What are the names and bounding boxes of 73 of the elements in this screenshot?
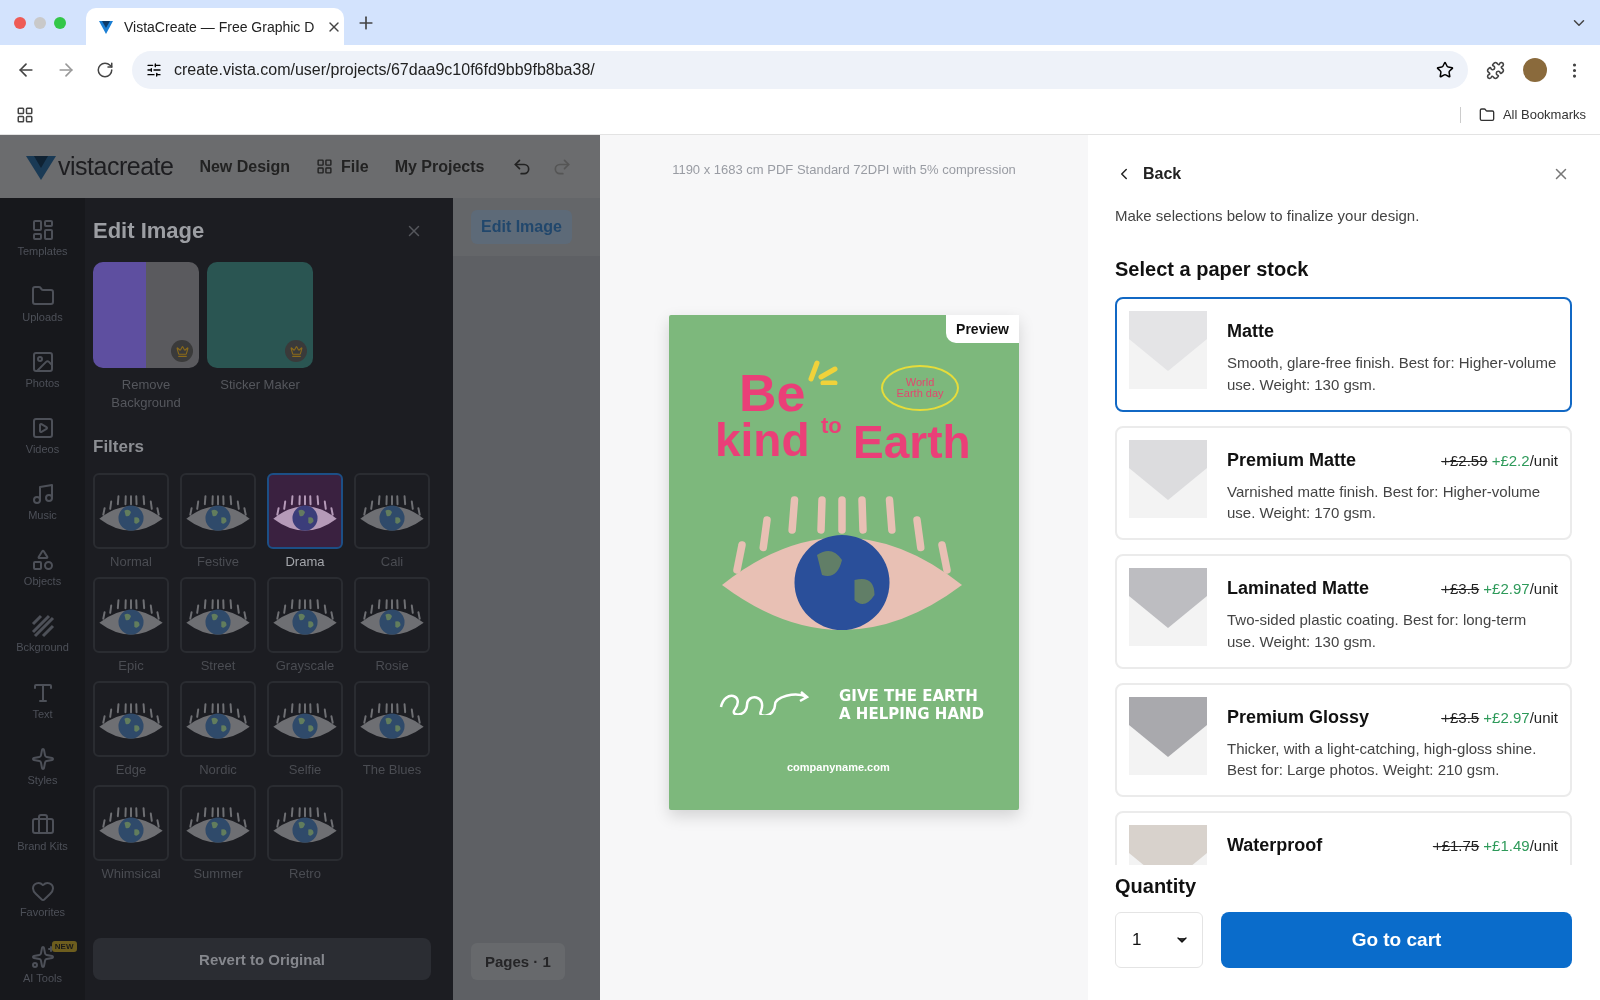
tool-card[interactable]: Sticker Maker (207, 262, 313, 412)
paper-stock-option[interactable]: Waterproof +£1.75 +£1.49/unit (1115, 811, 1572, 865)
paper-stock-option[interactable]: Laminated Matte +£3.5 +£2.97/unit Two-sided plastic coating. Best for: long-term use. Weight: 130 gsm. (1115, 554, 1572, 669)
pages-button[interactable]: Pages · 1 (471, 943, 565, 980)
close-window-control[interactable] (14, 16, 26, 29)
paper-swatch-icon (1129, 696, 1207, 775)
profile-avatar[interactable] (1523, 58, 1547, 82)
quantity-select[interactable]: 1 (1115, 912, 1203, 968)
sidebar-item[interactable]: Templates (2, 218, 83, 274)
crown-icon (171, 340, 193, 362)
site-settings-icon[interactable] (146, 62, 162, 78)
menu-item[interactable]: File (316, 157, 369, 176)
sidebar-item[interactable]: Music (2, 482, 83, 538)
poster-headline: to (821, 413, 842, 438)
sidebar-item[interactable]: Photos (2, 350, 83, 406)
all-bookmarks-link[interactable]: All Bookmarks (1459, 106, 1586, 123)
bookmark-star-icon[interactable] (1436, 61, 1454, 79)
tab-title: VistaCreate — Free Graphic D (124, 18, 315, 35)
sparkle-drawing (807, 357, 839, 385)
tool-card[interactable]: Remove Background (93, 262, 199, 412)
briefcase-icon (30, 812, 55, 837)
price-text: +£1.75 +£1.49/unit (1432, 837, 1558, 854)
sidebar-item[interactable]: Videos (2, 416, 83, 472)
sidebar-item[interactable]: Objects (2, 548, 83, 604)
sidebar-item[interactable]: Styles (2, 746, 83, 802)
folder-icon (1478, 106, 1495, 123)
vistacreate-logo[interactable]: vistacreate (26, 152, 174, 181)
paper-swatch-icon (1129, 311, 1207, 389)
shapes-icon (30, 548, 55, 573)
paper-stock-option[interactable]: Premium Glossy +£3.5 +£2.97/unit Thicker, with a light-catching, high-gloss shine. Best for: Large photos. Weight: 210 gsm. (1115, 682, 1572, 797)
sidebar-item[interactable]: Brand Kits (2, 812, 83, 868)
poster-headline: Earth (853, 416, 971, 468)
price-text: +£3.5 +£2.97/unit (1441, 708, 1558, 726)
crown-icon (285, 340, 307, 362)
sidebar-item[interactable]: Favorites (2, 878, 83, 934)
new-badge: NEW (51, 940, 77, 952)
poster-website: companyname.com (787, 761, 890, 773)
paper-swatch-icon (1129, 568, 1207, 646)
paper-stock-option[interactable]: Matte Smooth, glare-free finish. Best for: Higher-volume use. Weight: 130 gsm. (1115, 297, 1572, 412)
sidebar-item[interactable]: Text (2, 680, 83, 736)
price-text: +£3.5 +£2.97/unit (1441, 580, 1558, 597)
back-link[interactable]: Back (1115, 165, 1182, 183)
url-text: create.vista.com/user/projects/67daa9c10f6fd9bb9fb8ba38/ (174, 61, 596, 79)
stamp-badge: World Earth day (881, 365, 959, 411)
music-note-icon (30, 482, 55, 507)
sparkles-icon (30, 944, 55, 969)
browser-tab[interactable]: VistaCreate — Free Graphic D (86, 8, 344, 45)
revert-button[interactable]: Revert to Original (93, 938, 431, 980)
sparkle-icon (30, 746, 55, 771)
panel-title: Edit Image (93, 218, 205, 244)
address-bar[interactable]: create.vista.com/user/projects/67daa9c10f6fd9bb9fb8ba38/ (132, 51, 1468, 89)
menu-item[interactable]: My Projects (394, 157, 485, 176)
image-icon (30, 350, 55, 375)
poster-slogan: GIVE THE EARTH A HELPING HAND (839, 687, 985, 723)
section-title: Select a paper stock (1115, 258, 1310, 281)
paper-stock-option[interactable]: Premium Matte +£2.59 +£2.2/unit Varnished matte finish. Best for: Higher-volume use. Weight: 170 gsm. (1115, 425, 1572, 540)
go-to-cart-button[interactable]: Go to cart (1221, 912, 1572, 968)
templates-icon (30, 218, 55, 242)
sidebar-item[interactable]: Uploads (2, 284, 83, 340)
edit-image-button[interactable]: Edit Image (471, 210, 572, 244)
menu-item[interactable]: New Design (199, 157, 291, 176)
grid-icon (316, 158, 334, 175)
preview-badge: Preview (946, 315, 1019, 343)
paper-swatch-icon (1129, 439, 1207, 518)
play-icon (30, 416, 55, 441)
sidebar-item[interactable]: Bckground (2, 614, 83, 670)
v-logo-icon (98, 18, 114, 35)
section-title: Filters (93, 437, 146, 458)
intro-text: Make selections below to finalize your design. (1115, 207, 1421, 224)
print-spec-text: 1190 x 1683 cm PDF Standard 72DPI with 5% compression (672, 162, 1016, 177)
price-text: +£2.59 +£2.2/unit (1441, 451, 1558, 469)
stripes-icon (30, 614, 55, 639)
section-title: Quantity (1115, 875, 1198, 898)
